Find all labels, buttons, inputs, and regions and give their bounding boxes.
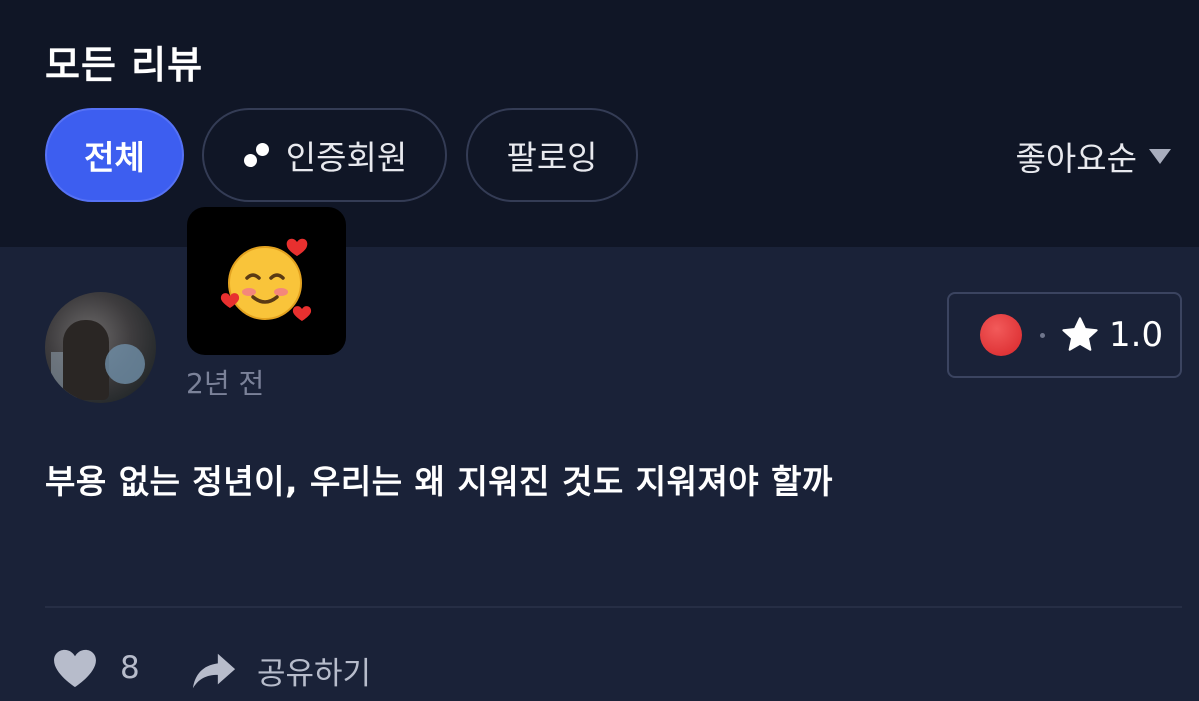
smiling-face-with-hearts-icon [187, 207, 346, 355]
filter-all-chip[interactable]: 전체 [45, 108, 184, 202]
sort-dropdown[interactable]: 좋아요순 [1016, 132, 1171, 180]
star-icon [1062, 317, 1098, 351]
avatar[interactable] [45, 292, 156, 403]
like-button[interactable]: 8 [52, 648, 140, 688]
like-count: 8 [120, 650, 140, 686]
review-text[interactable]: 부용 없는 정년이, 우리는 왜 지워진 것도 지워져야 할까 [45, 455, 833, 503]
share-label: 공유하기 [257, 656, 372, 692]
share-button[interactable]: 공유하기 [191, 648, 371, 693]
filter-verified-label: 인증회원 [285, 138, 408, 177]
review-timestamp: 2년 전 [186, 367, 265, 400]
filter-following-chip[interactable]: 팔로잉 [466, 108, 638, 202]
filter-verified-chip[interactable]: 인증회원 [202, 108, 447, 202]
red-dot-icon [980, 314, 1022, 356]
divider [45, 606, 1182, 608]
verified-dots-icon [242, 140, 272, 170]
filter-following-label: 팔로잉 [506, 138, 598, 177]
caret-down-icon [1149, 148, 1171, 164]
reviews-header: 모든 리뷰 전체 인증회원 팔로잉 좋아요순 [0, 0, 1199, 247]
smiling-face-with-hearts-icon-graphic [220, 238, 311, 321]
sort-label: 좋아요순 [1015, 139, 1137, 178]
heart-icon [54, 649, 96, 688]
separator-dot [1040, 332, 1045, 338]
filter-all-label: 전체 [84, 138, 145, 177]
page-title: 모든 리뷰 [45, 43, 204, 87]
rating-value: 1.0 [1109, 315, 1164, 355]
share-arrow-icon [192, 653, 236, 688]
rating-badge: 1.0 [947, 292, 1182, 378]
